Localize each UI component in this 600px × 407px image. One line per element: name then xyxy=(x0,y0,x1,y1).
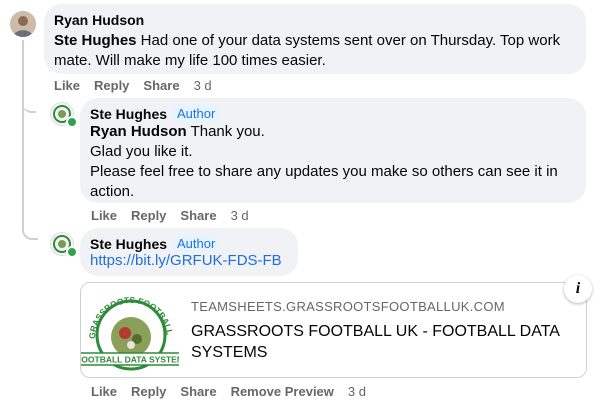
like-button[interactable]: Like xyxy=(91,208,117,223)
reply-actions: Like Reply Share 3 d xyxy=(91,208,249,223)
reply-button[interactable]: Reply xyxy=(131,208,166,223)
online-status-icon xyxy=(66,116,78,128)
reply-line-1: Ryan Hudson Thank you. xyxy=(90,122,580,142)
reply-actions: Like Reply Share Remove Preview 3 d xyxy=(91,384,366,399)
author-badge: Author xyxy=(173,235,220,252)
preview-title: GRASSROOTS FOOTBALL UK - FOOTBALL DATA S… xyxy=(191,323,560,361)
short-link[interactable]: https://bit.ly/GRFUK-FDS-FB xyxy=(90,252,282,269)
reply-text: Ryan Hudson Thank you. Glad you like it.… xyxy=(90,122,580,202)
link-preview-card[interactable]: GRASSROOTS FOOTBALL UK FOOTBALL DATA SYS… xyxy=(80,275,592,378)
timestamp[interactable]: 3 d xyxy=(231,208,249,223)
person-photo-icon xyxy=(10,11,36,37)
info-icon[interactable]: i xyxy=(564,275,592,303)
reply-button[interactable]: Reply xyxy=(94,78,129,93)
like-button[interactable]: Like xyxy=(91,384,117,399)
share-button[interactable]: Share xyxy=(180,208,216,223)
reply-bubble: Ste Hughes Author Ryan Hudson Thank you.… xyxy=(80,98,586,203)
reply-author[interactable]: Ste Hughes xyxy=(90,236,167,252)
comment-author[interactable]: Ryan Hudson xyxy=(54,12,144,28)
online-status-icon xyxy=(66,246,78,258)
remove-preview-button[interactable]: Remove Preview xyxy=(231,384,334,399)
mention-link[interactable]: Ste Hughes xyxy=(54,32,137,49)
timestamp[interactable]: 3 d xyxy=(348,384,366,399)
author-badge: Author xyxy=(173,105,220,122)
timestamp[interactable]: 3 d xyxy=(194,78,212,93)
comment-actions: Like Reply Share 3 d xyxy=(54,78,212,93)
mention-link[interactable]: Ryan Hudson xyxy=(90,123,187,140)
logo-banner-text: FOOTBALL DATA SYSTEM xyxy=(81,355,179,365)
share-button[interactable]: Share xyxy=(143,78,179,93)
preview-domain: TEAMSHEETS.GRASSROOTSFOOTBALLUK.COM xyxy=(191,299,505,314)
reply-header: Ste Hughes Author xyxy=(90,235,220,252)
reply-line-2: Glad you like it. xyxy=(90,143,193,160)
reply-line-3: Please feel free to share any updates yo… xyxy=(90,163,558,200)
share-button[interactable]: Share xyxy=(180,384,216,399)
comment-bubble: Ryan Hudson Ste Hughes Had one of your d… xyxy=(44,4,586,74)
preview-logo: GRASSROOTS FOOTBALL UK FOOTBALL DATA SYS… xyxy=(81,287,179,371)
reply-line-1-text: Thank you. xyxy=(186,123,265,140)
reply-bubble: Ste Hughes Author https://bit.ly/GRFUK-F… xyxy=(80,228,298,276)
reply-header: Ste Hughes Author xyxy=(90,105,220,122)
comment-text: Ste Hughes Had one of your data systems … xyxy=(54,31,579,71)
grassroots-logo-icon: GRASSROOTS FOOTBALL UK FOOTBALL DATA SYS… xyxy=(81,287,179,371)
like-button[interactable]: Like xyxy=(54,78,80,93)
ryan-hudson-avatar[interactable] xyxy=(10,11,36,37)
reply-button[interactable]: Reply xyxy=(131,384,166,399)
thread-line xyxy=(22,40,38,240)
reply-author[interactable]: Ste Hughes xyxy=(90,106,167,122)
